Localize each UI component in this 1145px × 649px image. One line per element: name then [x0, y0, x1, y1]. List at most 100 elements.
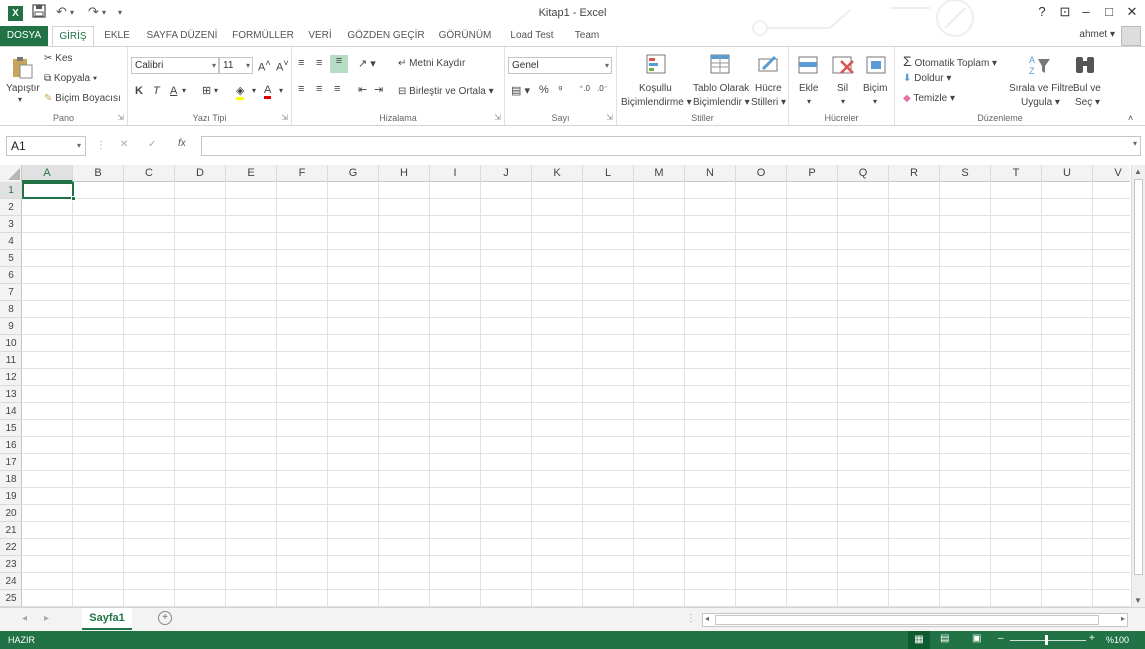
column-header[interactable]: M [634, 165, 685, 182]
tab-team[interactable]: Team [568, 26, 606, 46]
column-header[interactable]: O [736, 165, 787, 182]
formula-input[interactable]: ▾ [201, 136, 1141, 156]
zoom-out-icon[interactable]: – [998, 633, 1004, 644]
conditional-formatting-icon[interactable] [645, 53, 669, 77]
dialog-launcher-icon[interactable]: ⇲ [494, 113, 501, 122]
borders-icon[interactable]: ⊞ [202, 84, 211, 97]
font-name-select[interactable]: Calibri ▾ [131, 57, 219, 74]
scrollbar-thumb[interactable] [1134, 179, 1143, 575]
column-header[interactable]: G [328, 165, 379, 182]
increase-indent-icon[interactable]: ⇥ [374, 83, 383, 96]
format-as-table-line1[interactable]: Tablo Olarak [693, 83, 749, 94]
orientation-icon[interactable]: ↗ ▾ [358, 57, 376, 70]
format-dropdown-icon[interactable]: ▾ [873, 97, 877, 106]
maximize-button[interactable]: □ [1099, 4, 1119, 19]
column-header[interactable]: Q [838, 165, 889, 182]
increase-decimal-icon[interactable]: ⁺.0 [579, 84, 590, 93]
increase-font-size-icon[interactable]: A˄ [258, 58, 271, 74]
dialog-launcher-icon[interactable]: ⇲ [281, 113, 288, 122]
scroll-down-icon[interactable]: ▼ [1134, 596, 1142, 605]
row-header[interactable]: 13 [0, 386, 22, 403]
cell-styles-icon[interactable] [757, 53, 781, 77]
cell-styles-line1[interactable]: Hücre [755, 83, 782, 94]
format-cells-icon[interactable] [865, 53, 889, 77]
fill-button[interactable]: ⬇ Doldur ▾ [903, 73, 951, 84]
row-header[interactable]: 25 [0, 590, 22, 607]
tab-file[interactable]: DOSYA [0, 26, 48, 46]
row-header[interactable]: 21 [0, 522, 22, 539]
column-header[interactable]: C [124, 165, 175, 182]
select-all-button[interactable] [0, 165, 22, 182]
delete-button[interactable]: Sil [837, 83, 848, 94]
sort-filter-icon[interactable]: AZ [1027, 53, 1051, 77]
fill-handle[interactable] [71, 196, 76, 201]
cut-button[interactable]: ✂ Kes [44, 53, 72, 64]
align-top-icon[interactable]: ≡ [298, 57, 304, 69]
sort-filter-button[interactable]: Uygula ▾ [1021, 97, 1060, 108]
delete-cells-icon[interactable] [831, 53, 855, 77]
dialog-launcher-icon[interactable]: ⇲ [117, 113, 124, 122]
tab-page-layout[interactable]: SAYFA DÜZENİ [142, 26, 222, 46]
accounting-format-icon[interactable]: ▤ ▾ [511, 84, 530, 97]
column-header[interactable]: U [1042, 165, 1093, 182]
format-button[interactable]: Biçim [863, 83, 887, 94]
cell-styles-button[interactable]: Stilleri ▾ [751, 97, 786, 108]
tab-formulas[interactable]: FORMÜLLER [230, 26, 296, 46]
row-header[interactable]: 14 [0, 403, 22, 420]
sheet-tab[interactable]: Sayfa1 [82, 608, 132, 630]
zoom-level[interactable]: %100 [1106, 635, 1129, 645]
fill-color-icon[interactable]: ◈ [236, 84, 245, 100]
row-header[interactable]: 6 [0, 267, 22, 284]
paste-button[interactable]: Yapıştır [6, 83, 40, 94]
zoom-slider-thumb[interactable] [1045, 635, 1048, 645]
find-select-line1[interactable]: Bul ve [1073, 83, 1101, 94]
find-select-button[interactable]: Seç ▾ [1075, 97, 1100, 108]
row-header[interactable]: 23 [0, 556, 22, 573]
column-header[interactable]: E [226, 165, 277, 182]
row-header[interactable]: 18 [0, 471, 22, 488]
font-size-select[interactable]: 11 ▾ [219, 57, 253, 74]
name-box[interactable]: A1 ▾ [6, 136, 86, 156]
insert-dropdown-icon[interactable]: ▾ [807, 97, 811, 106]
tab-load-test[interactable]: Load Test [504, 26, 560, 46]
underline-button[interactable]: A [170, 85, 177, 97]
row-header[interactable]: 9 [0, 318, 22, 335]
decrease-indent-icon[interactable]: ⇤ [358, 83, 367, 96]
add-sheet-button[interactable]: + [158, 611, 172, 625]
italic-button[interactable]: T [153, 85, 160, 97]
row-header[interactable]: 17 [0, 454, 22, 471]
bold-button[interactable]: K [135, 85, 143, 97]
scrollbar-thumb[interactable] [715, 615, 1099, 625]
sort-filter-line1[interactable]: Sırala ve Filtre [1009, 83, 1073, 94]
font-color-icon[interactable]: A [264, 84, 272, 99]
binoculars-icon[interactable] [1073, 53, 1097, 77]
tab-home[interactable]: GİRİŞ [52, 26, 94, 47]
column-header[interactable]: T [991, 165, 1042, 182]
active-cell[interactable] [22, 182, 76, 201]
scroll-left-icon[interactable]: ◂ [705, 614, 709, 623]
conditional-formatting-button[interactable]: Biçimlendirme ▾ [621, 97, 692, 108]
column-header[interactable]: F [277, 165, 328, 182]
row-header[interactable]: 3 [0, 216, 22, 233]
expand-formula-bar-icon[interactable]: ▾ [1133, 139, 1137, 148]
align-left-icon[interactable]: ≡ [298, 83, 304, 95]
insert-function-icon[interactable]: fx [178, 138, 186, 149]
scroll-up-icon[interactable]: ▲ [1134, 167, 1142, 176]
format-as-table-button[interactable]: Biçimlendir ▾ [693, 97, 750, 108]
fill-color-dropdown-icon[interactable]: ▾ [252, 86, 256, 95]
row-header[interactable]: 16 [0, 437, 22, 454]
zoom-slider[interactable] [1010, 640, 1086, 641]
column-header[interactable]: K [532, 165, 583, 182]
user-name[interactable]: ahmet ▾ [1079, 29, 1115, 40]
comma-style-button[interactable]: ⁹ [558, 84, 563, 96]
column-header[interactable]: H [379, 165, 430, 182]
percent-style-button[interactable]: % [539, 84, 549, 96]
enter-icon[interactable]: ✓ [148, 139, 156, 150]
format-painter-button[interactable]: ✎ Biçim Boyacısı [44, 93, 121, 104]
row-header[interactable]: 2 [0, 199, 22, 216]
page-break-view-icon[interactable]: ▣ [972, 633, 981, 644]
minimize-button[interactable]: – [1076, 4, 1096, 19]
row-header[interactable]: 22 [0, 539, 22, 556]
borders-dropdown-icon[interactable]: ▾ [214, 86, 218, 95]
row-header[interactable]: 11 [0, 352, 22, 369]
